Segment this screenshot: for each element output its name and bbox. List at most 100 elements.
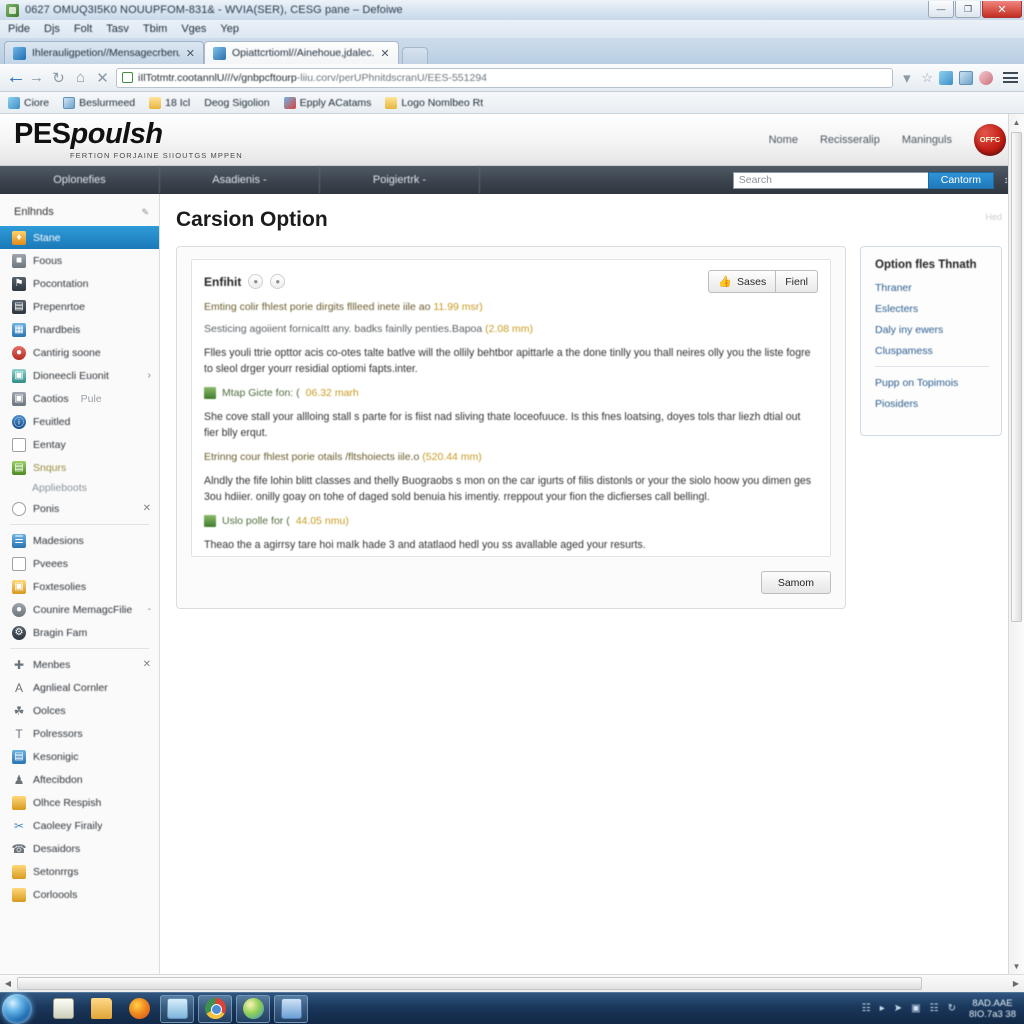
sidebar-item-kesonigic[interactable]: ▤ Kesonigic — [0, 745, 159, 768]
sync-icon[interactable]: ↻ — [948, 1003, 956, 1014]
sidebar-item-menbes[interactable]: ✚ Menbes ✕ — [0, 653, 159, 676]
horizontal-scrollbar[interactable]: ◀ ▶ — [0, 974, 1024, 992]
sidebar-item-dioneecli-euonit[interactable]: ▣ Dioneecli Euonit › — [0, 364, 159, 387]
menu-item-file[interactable]: Pide — [8, 23, 30, 35]
search-submit-button[interactable]: Cantorm — [927, 171, 994, 189]
bookmark-item[interactable]: Logo Nomlbeo Rt — [385, 96, 483, 109]
sidebar-item-madesions[interactable]: ☰ Madesions — [0, 529, 159, 552]
vertical-scroll-thumb[interactable] — [1011, 132, 1022, 622]
header-link-manuals[interactable]: Maninguls — [902, 134, 952, 146]
sidebar-item-foous[interactable]: ■ Foous — [0, 249, 159, 272]
sidebar-item-caotios[interactable]: ▣ Caotios Pule — [0, 387, 159, 410]
horizontal-scroll-thumb[interactable] — [17, 977, 922, 990]
taskbar-item-chrome[interactable] — [198, 994, 232, 1023]
taskbar-item-notes[interactable] — [46, 995, 80, 1023]
sidebar-item-pocontation[interactable]: ⚑ Pocontation — [0, 272, 159, 295]
pencil-icon[interactable]: ✎ — [141, 207, 149, 218]
aside-link-daly-iny-ewers[interactable]: Daly iny ewers — [875, 324, 989, 336]
vertical-scrollbar[interactable]: ▲ ▼ — [1008, 114, 1024, 974]
bookmark-item[interactable]: 18 Icl — [149, 96, 190, 109]
sidebar-item-ponis[interactable]: Ponis ✕ — [0, 497, 159, 520]
app-icon[interactable]: ▣ — [911, 1003, 920, 1014]
bookmark-item[interactable]: Epply ACatams — [283, 96, 371, 109]
like-button[interactable]: 👍 Sases — [708, 270, 777, 293]
close-icon[interactable]: ✕ — [143, 659, 151, 670]
search-input[interactable]: Search — [732, 171, 928, 189]
sidebar-item-foxtesolies[interactable]: ▣ Foxtesolies — [0, 575, 159, 598]
chevron-down-icon[interactable]: ▾ — [898, 69, 915, 87]
sidebar-item-pveees[interactable]: Pveees — [0, 552, 159, 575]
scroll-up-icon[interactable]: ▲ — [1009, 114, 1024, 130]
taskbar-clock[interactable]: 8AD.AAE 8IO.7a3 38 — [965, 998, 1016, 1020]
taskbar-item-globe[interactable] — [236, 994, 270, 1023]
sidebar-item-snqurs[interactable]: ▤ Snqurs — [0, 456, 159, 479]
home-icon[interactable]: ⌂ — [72, 69, 89, 86]
sidebar-item-bragin-fam[interactable]: ⚙ Bragin Fam — [0, 621, 159, 644]
scroll-down-icon[interactable]: ▼ — [1009, 958, 1024, 974]
scroll-left-icon[interactable]: ◀ — [0, 975, 16, 992]
maximize-button[interactable]: ❐ — [955, 1, 981, 18]
sidebar-item-desaidors[interactable]: ☎ Desaidors — [0, 837, 159, 860]
sidebar-item-eentay[interactable]: Eentay — [0, 433, 159, 456]
menu-item-view[interactable]: Folt — [74, 23, 92, 35]
tab-close-icon[interactable]: ✕ — [186, 47, 195, 60]
chevron-up-icon[interactable]: ▸ — [880, 1003, 885, 1014]
minimize-button[interactable]: — — [928, 1, 954, 18]
network-icon[interactable]: ☷ — [862, 1003, 871, 1014]
site-badge[interactable]: OFFC — [974, 123, 1006, 156]
new-tab-button[interactable] — [401, 47, 428, 64]
sidebar-item-polressors[interactable]: T Polressors — [0, 722, 159, 745]
extension-icon-1[interactable] — [939, 70, 953, 85]
sidebar-item-aftecibdon[interactable]: ♟ Aftecibdon — [0, 768, 159, 791]
file-link-1[interactable]: Mtap Gicte fon: ( 06.32 marh — [204, 387, 818, 399]
info-icon[interactable]: ● — [248, 274, 264, 289]
menu-item-bookmarks[interactable]: Tbim — [143, 23, 167, 35]
menu-burger-icon[interactable] — [999, 72, 1018, 83]
forward-icon[interactable]: → — [28, 69, 45, 86]
sidebar-item-feuitled[interactable]: ⓘ Feuitled — [0, 410, 159, 433]
bookmark-item[interactable]: Beslurmeed — [63, 96, 135, 109]
bookmark-item[interactable]: Ciore — [8, 96, 49, 109]
extension-icon-2[interactable] — [959, 70, 973, 85]
nav-item-profiles[interactable]: Oplonefies — [0, 166, 160, 194]
sidebar-item-olhce-respish[interactable]: Olhce Respish — [0, 791, 159, 814]
address-bar[interactable]: iIlTotmtr.cootannlU///v/gnbpcftourp-liiu… — [116, 67, 894, 88]
taskbar-item-folder[interactable] — [84, 995, 118, 1023]
sidebar-item-counire-memagcfilie[interactable]: ● Counire MemagcFilie - — [0, 598, 159, 621]
close-button[interactable]: ✕ — [982, 1, 1022, 18]
scroll-right-icon[interactable]: ▶ — [1008, 975, 1024, 992]
bookmark-item[interactable]: Deog Sigolion — [204, 97, 269, 109]
sidebar-item-agnlieal-cornler[interactable]: A Agnlieal Cornler — [0, 676, 159, 699]
start-button[interactable] — [2, 993, 32, 1024]
aside-link-thraner[interactable]: Thraner — [875, 282, 989, 294]
reload-icon[interactable]: ↻ — [50, 69, 67, 87]
menu-item-history[interactable]: Tasv — [106, 23, 129, 35]
sidebar-item-setonrrgs[interactable]: Setonrrgs — [0, 860, 159, 883]
aside-link-eslecters[interactable]: Eslecters — [875, 303, 989, 315]
sidebar-item-canting-soone[interactable]: ● Cantirig soone — [0, 341, 159, 364]
header-link-home[interactable]: Nome — [769, 134, 798, 146]
menu-item-edit[interactable]: Djs — [44, 23, 60, 35]
taskbar-item-firefox[interactable] — [122, 995, 156, 1023]
header-link-membership[interactable]: Recisseralip — [820, 134, 880, 146]
sidebar-item-oolces[interactable]: ☘ Oolces — [0, 699, 159, 722]
submit-button[interactable]: Samom — [760, 571, 831, 594]
menu-item-tools[interactable]: Vges — [181, 23, 206, 35]
aside-link-piosiders[interactable]: Piosiders — [875, 398, 989, 410]
sidebar-item-stane[interactable]: ♦ Stane — [0, 226, 159, 249]
sidebar-item-corloools[interactable]: Corloools — [0, 883, 159, 906]
tab-close-icon[interactable]: ✕ — [380, 47, 389, 60]
taskbar-item-window[interactable] — [160, 994, 194, 1023]
copy-icon[interactable]: ☷ — [930, 1003, 939, 1014]
sidebar-item-caoleey-firaily[interactable]: ✂ Caoleey Firaily — [0, 814, 159, 837]
nav-item-academics[interactable]: Asadienis - — [160, 166, 320, 194]
extension-icon-3[interactable] — [979, 70, 993, 85]
close-icon[interactable]: ✕ — [143, 503, 151, 514]
nav-item-projects[interactable]: Poigiertrk - — [320, 166, 480, 194]
sidebar-item-pnardbeis[interactable]: ▦ Pnardbeis — [0, 318, 159, 341]
browser-tab-1[interactable]: Ihlerauligpetion//Mensagecrberuts ✕ — [4, 41, 204, 64]
collapse-icon[interactable]: - — [148, 604, 151, 615]
help-icon[interactable]: ● — [270, 274, 286, 289]
stop-icon[interactable]: ✕ — [94, 69, 111, 87]
sidebar-item-prepenrtoe[interactable]: ▤ Prepenrtoe — [0, 295, 159, 318]
